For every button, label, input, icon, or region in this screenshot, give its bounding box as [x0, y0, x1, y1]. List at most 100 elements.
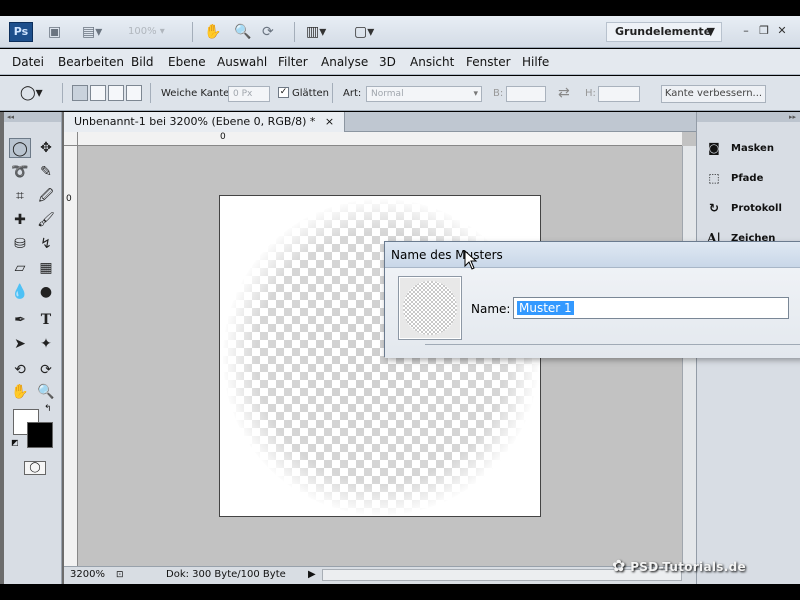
menu-hilfe[interactable]: Hilfe [522, 55, 549, 69]
status-info-icon[interactable]: ⊡ [116, 567, 124, 583]
minimize-icon[interactable]: – [739, 24, 753, 38]
height-label: H: [585, 88, 596, 99]
lasso-tool-icon[interactable]: ➰ [9, 162, 31, 182]
panel-pfade[interactable]: ⬚ Pfade [705, 169, 797, 189]
panel-protokoll[interactable]: ↻ Protokoll [705, 199, 797, 219]
ruler-origin[interactable] [64, 132, 78, 146]
brush-tool-icon[interactable]: 🖌 [35, 210, 57, 230]
menu-analyse[interactable]: Analyse [321, 55, 368, 69]
width-input[interactable] [506, 86, 546, 102]
dialog-title[interactable]: Name des Musters [385, 242, 800, 268]
height-input[interactable] [598, 86, 640, 102]
panel-label: Masken [731, 143, 774, 154]
dodge-tool-icon[interactable]: ● [35, 282, 57, 302]
divider [425, 344, 800, 348]
quick-mask-button[interactable]: ◯ [24, 461, 46, 475]
add-to-selection-button[interactable] [90, 85, 106, 101]
bridge-icon[interactable]: ▣ [48, 23, 61, 41]
eraser-tool-icon[interactable]: ▱ [9, 258, 31, 278]
feather-input[interactable]: 0 Px [228, 86, 270, 102]
close-icon[interactable]: × [325, 115, 334, 128]
film-icon[interactable]: ▤▾ [82, 23, 102, 41]
crop-tool-icon[interactable]: ⌗ [9, 186, 31, 206]
close-icon[interactable]: ✕ [775, 24, 789, 38]
status-menu-arrow-icon[interactable]: ▶ [308, 567, 316, 583]
divider [62, 83, 63, 103]
history-brush-tool-icon[interactable]: ↯ [35, 234, 57, 254]
zoom-tool-icon[interactable]: 🔍 [234, 23, 251, 41]
style-select[interactable]: Normal ▾ [366, 86, 482, 102]
menu-ebene[interactable]: Ebene [168, 55, 206, 69]
chevron-down-icon: ▼ [706, 25, 715, 38]
default-colors-icon[interactable]: ◩ [11, 438, 19, 447]
panel-masken[interactable]: ◙ Masken [705, 139, 797, 159]
rotate-view-icon[interactable]: ⟳ [262, 23, 274, 41]
status-bar: 3200% ⊡ Dok: 300 Byte/100 Byte ▶ [64, 566, 696, 584]
magic-wand-tool-icon[interactable]: ✎ [35, 162, 57, 182]
photoshop-logo: Ps [9, 22, 33, 42]
pattern-name-input[interactable]: Muster 1 [513, 297, 789, 319]
chevron-down-icon: ▾ [473, 89, 478, 99]
hand-tool-icon[interactable]: ✋ [9, 382, 31, 402]
pen-tool-icon[interactable]: ✒ [9, 310, 31, 330]
zoom-level-dropdown[interactable]: 100% ▾ [128, 24, 180, 40]
divider [332, 83, 333, 103]
new-selection-button[interactable] [72, 85, 88, 101]
eyedropper-tool-icon[interactable]: 🖉 [35, 186, 57, 206]
zoom-tool-icon[interactable]: 🔍 [35, 382, 57, 402]
style-label: Art: [343, 88, 362, 99]
restore-icon[interactable]: ❐ [757, 24, 771, 38]
elliptical-marquee-icon[interactable]: ◯▾ [20, 84, 43, 102]
ruler-label: 0 [66, 194, 72, 204]
menu-filter[interactable]: Filter [278, 55, 308, 69]
refine-edge-button[interactable]: Kante verbessern... [661, 85, 766, 103]
menu-ansicht[interactable]: Ansicht [410, 55, 454, 69]
healing-brush-tool-icon[interactable]: ✚ [9, 210, 31, 230]
menu-bild[interactable]: Bild [131, 55, 154, 69]
intersect-selection-button[interactable] [126, 85, 142, 101]
menu-datei[interactable]: Datei [12, 55, 44, 69]
divider [150, 83, 151, 103]
3d-orbit-tool-icon[interactable]: ⟳ [35, 360, 57, 380]
menu-3d[interactable]: 3D [379, 55, 396, 69]
application-bar: Ps ▣ ▤▾ 100% ▾ ✋ 🔍 ⟳ ▥▾ ▢▾ Grundelemente… [0, 16, 800, 48]
custom-shape-tool-icon[interactable]: ✦ [35, 334, 57, 354]
swap-colors-icon[interactable]: ↰ [44, 404, 52, 414]
butterfly-logo-icon: ✿ [612, 556, 626, 575]
arrange-documents-icon[interactable]: ▥▾ [306, 23, 326, 41]
workspace-switcher[interactable]: Grundelemente ▼ [606, 22, 722, 42]
divider [192, 22, 193, 42]
clone-stamp-tool-icon[interactable]: ⛁ [9, 234, 31, 254]
document-tab[interactable]: Unbenannt-1 bei 3200% (Ebene 0, RGB/8) *… [64, 112, 346, 132]
background-color-swatch[interactable] [27, 422, 53, 448]
antialias-checkbox[interactable]: ✓ [278, 87, 289, 98]
masks-icon: ◙ [708, 141, 720, 155]
workspace-label: Grundelemente [615, 25, 712, 38]
move-tool-icon[interactable]: ✥ [35, 138, 57, 158]
mouse-cursor-icon [464, 250, 478, 270]
subtract-from-selection-button[interactable] [108, 85, 124, 101]
document-tab-bar: Unbenannt-1 bei 3200% (Ebene 0, RGB/8) *… [64, 112, 696, 132]
pattern-thumbnail [398, 276, 462, 340]
status-zoom[interactable]: 3200% [70, 567, 105, 583]
elliptical-marquee-tool-icon[interactable]: ◯ [9, 138, 31, 158]
zoom-level-value: 100% [128, 26, 157, 37]
type-tool-icon[interactable]: T [35, 310, 57, 330]
gradient-tool-icon[interactable]: ▦ [35, 258, 57, 278]
collapse-icon[interactable]: ◂◂ [4, 112, 61, 122]
menu-bearbeiten[interactable]: Bearbeiten [58, 55, 124, 69]
path-selection-tool-icon[interactable]: ➤ [9, 334, 31, 354]
screen-mode-icon[interactable]: ▢▾ [354, 23, 374, 41]
3d-rotate-tool-icon[interactable]: ⟲ [9, 360, 31, 380]
vertical-ruler[interactable]: 0 [64, 146, 78, 566]
hand-tool-icon[interactable]: ✋ [204, 23, 221, 41]
selected-text: Muster 1 [517, 301, 574, 315]
expand-panels-icon[interactable]: ▸▸ [697, 112, 800, 122]
menu-auswahl[interactable]: Auswahl [217, 55, 267, 69]
horizontal-ruler[interactable]: 0 [78, 132, 682, 146]
history-icon: ↻ [708, 201, 720, 215]
menu-fenster[interactable]: Fenster [466, 55, 511, 69]
blur-tool-icon[interactable]: 💧 [9, 282, 31, 302]
swap-icon[interactable]: ⇄ [558, 84, 570, 102]
feather-label: Weiche Kante: [161, 88, 233, 99]
